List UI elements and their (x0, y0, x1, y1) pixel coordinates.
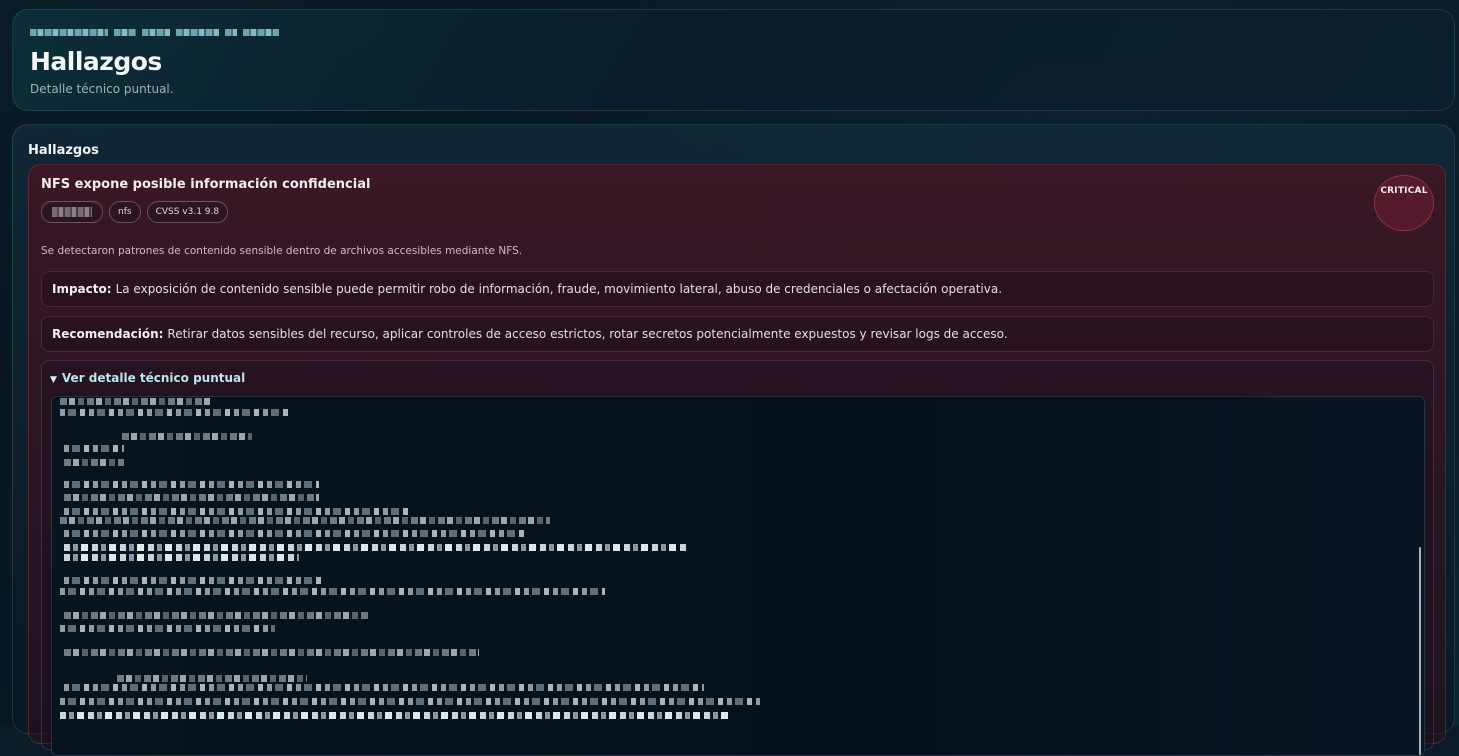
redacted-line (117, 675, 307, 682)
technical-output[interactable] (51, 396, 1425, 756)
impact-label: Impacto: (52, 282, 112, 296)
redacted-line (64, 684, 704, 691)
finding-card: NFS expone posible información confidenc… (28, 164, 1446, 756)
redacted-line (64, 554, 299, 561)
page-header: Hallazgos Detalle técnico puntual. (12, 9, 1455, 111)
recommendation-text: Retirar datos sensibles del recurso, apl… (167, 327, 1008, 341)
redacted-host (52, 207, 92, 217)
severity-badge: CRITICAL (1374, 175, 1434, 231)
triangle-down-icon: ▼ (50, 375, 57, 385)
redacted-line (122, 433, 252, 440)
impact-box: Impacto: La exposición de contenido sens… (41, 271, 1434, 307)
host-tag (41, 201, 103, 223)
impact-text: La exposición de contenido sensible pued… (115, 282, 1003, 296)
redacted-line (64, 494, 319, 501)
technical-details: ▼ Ver detalle técnico puntual (41, 360, 1434, 756)
redacted-line (60, 409, 290, 416)
breadcrumb (30, 29, 279, 36)
details-toggle[interactable]: ▼ Ver detalle técnico puntual (50, 371, 245, 385)
page-subtitle: Detalle técnico puntual. (30, 82, 174, 96)
findings-panel: Hallazgos NFS expone posible información… (12, 124, 1455, 756)
finding-tags: nfs CVSS v3.1 9.8 (41, 201, 229, 223)
service-tag: nfs (109, 201, 141, 223)
redacted-line (60, 625, 275, 632)
recommendation-label: Recomendación: (52, 327, 164, 341)
breadcrumb-segment[interactable] (30, 29, 108, 36)
finding-title: NFS expone posible información confidenc… (41, 177, 371, 192)
breadcrumb-segment[interactable] (114, 29, 136, 36)
page-title: Hallazgos (30, 47, 162, 76)
breadcrumb-segment[interactable] (243, 29, 279, 36)
redacted-line (60, 398, 210, 405)
details-toggle-label: Ver detalle técnico puntual (61, 371, 246, 385)
breadcrumb-segment[interactable] (225, 29, 237, 36)
redacted-line (60, 588, 605, 595)
section-title: Hallazgos (28, 143, 99, 158)
redacted-line (64, 508, 409, 515)
redacted-line (60, 698, 760, 705)
redacted-line (60, 712, 730, 719)
redacted-line (64, 544, 689, 551)
breadcrumb-segment[interactable] (142, 29, 170, 36)
redacted-line (64, 577, 324, 584)
redacted-line (64, 481, 319, 488)
breadcrumb-segment[interactable] (176, 29, 219, 36)
redacted-line (64, 612, 369, 619)
finding-description: Se detectaron patrones de contenido sens… (41, 245, 523, 257)
redacted-line (64, 445, 124, 452)
redacted-line (64, 530, 524, 537)
redacted-line (64, 459, 124, 466)
cvss-tag: CVSS v3.1 9.8 (146, 201, 229, 223)
scrollbar[interactable] (1419, 547, 1421, 755)
redacted-line (60, 517, 550, 524)
recommendation-box: Recomendación: Retirar datos sensibles d… (41, 316, 1434, 352)
redacted-line (64, 649, 479, 656)
